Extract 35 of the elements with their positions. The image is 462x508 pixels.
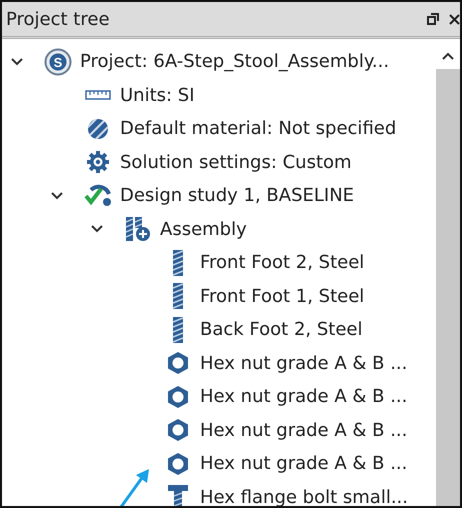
tree-item-label[interactable]: Solution settings: Custom [120, 152, 352, 173]
scrollbar-thumb[interactable] [436, 69, 460, 506]
tree-item-label[interactable]: Units: SI [120, 84, 195, 106]
tree-item-label[interactable]: Project: 6A-Step_Stool_Assembly... [80, 51, 390, 72]
tree-item-label[interactable]: Hex nut grade A & B ... [200, 352, 408, 374]
tree-item-label[interactable]: Design study 1, BASELINE [120, 185, 354, 206]
scroll-up-icon[interactable] [441, 51, 455, 61]
gear-icon [86, 150, 110, 174]
hatched-circle-icon [87, 118, 109, 140]
annotation-arrow [118, 468, 152, 506]
tree-item-label[interactable]: Back Foot 2, Steel [200, 319, 362, 340]
tree-item-label[interactable]: Hex nut grade A & B ... [200, 386, 408, 408]
collapse-chevron-icon[interactable] [90, 224, 104, 234]
screw-icon [172, 248, 184, 277]
restore-icon[interactable] [427, 13, 439, 25]
assembly-add-icon [125, 216, 151, 242]
project-icon: S [44, 48, 72, 76]
tree-item-label[interactable]: Hex nut grade A & B ... [200, 420, 408, 441]
bolt-icon [167, 484, 189, 506]
tree-item-label[interactable]: Front Foot 1, Steel [200, 286, 364, 307]
tree-item-label[interactable]: Default material: Not specified [120, 118, 396, 140]
hex-nut-icon [166, 418, 190, 442]
collapse-chevron-icon[interactable] [10, 56, 24, 67]
hex-nut-icon [166, 452, 190, 476]
tree-item-label[interactable]: Assembly [160, 218, 247, 240]
screw-icon [172, 316, 184, 344]
collapse-chevron-icon[interactable] [50, 190, 64, 201]
panel-title: Project tree [6, 8, 111, 30]
tree-item-label[interactable]: Hex nut grade A & B ... [200, 453, 408, 474]
screw-icon [172, 282, 184, 310]
hex-nut-icon [166, 351, 190, 376]
hex-nut-icon [166, 384, 190, 409]
close-icon[interactable] [449, 14, 460, 24]
tree-item-label[interactable]: Front Foot 2, Steel [200, 252, 364, 274]
ruler-icon [85, 90, 111, 100]
